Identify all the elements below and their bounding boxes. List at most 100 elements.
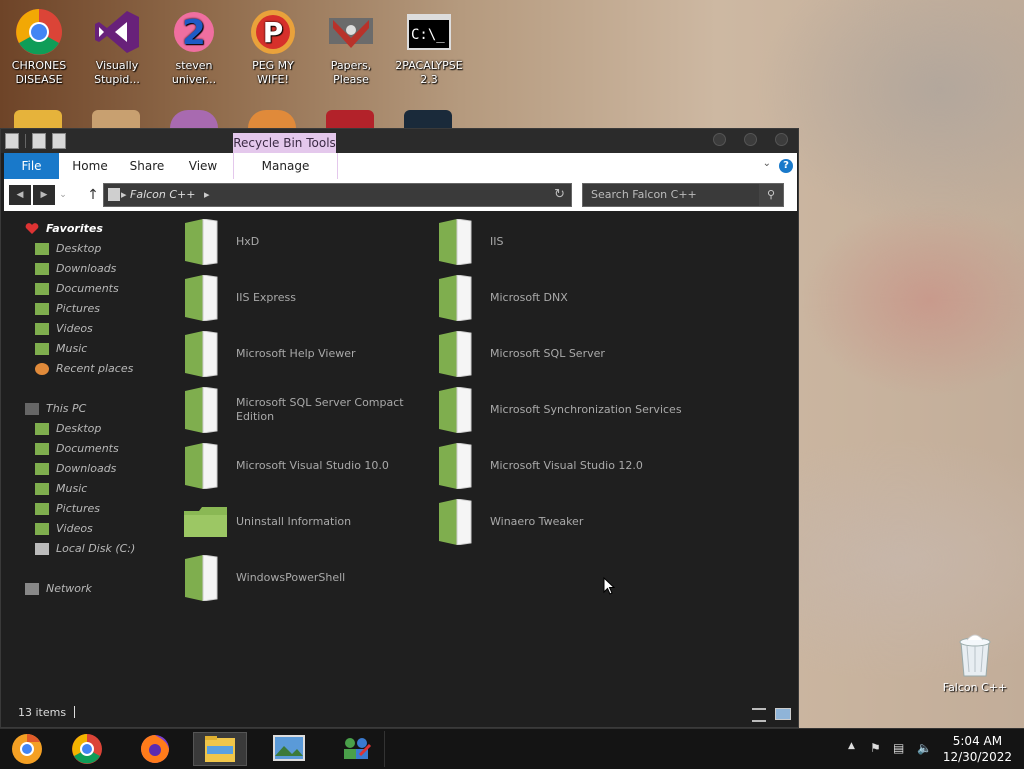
nav-fav-music[interactable]: Music xyxy=(1,339,171,359)
nav-label: Recent places xyxy=(56,362,134,375)
large-icons-view-icon[interactable] xyxy=(775,708,791,720)
new-folder-icon[interactable] xyxy=(52,133,66,149)
refresh-icon[interactable]: ↻ xyxy=(554,184,565,206)
address-bar[interactable]: ▸ Falcon C++ ▸ ↻ xyxy=(103,183,572,207)
file-explorer-window[interactable]: Recycle Bin Tools File Home Share View M… xyxy=(0,128,799,728)
taskbar-network-people[interactable] xyxy=(330,732,384,766)
tab-manage[interactable]: Manage xyxy=(233,153,338,179)
folder-item[interactable]: Microsoft SQL Server Compact Edition xyxy=(183,387,433,437)
desktop-icon-chrones[interactable]: CHRONES DISEASE xyxy=(2,8,76,87)
chrome-icon xyxy=(15,8,63,56)
desktop-icon-2pacalypse[interactable]: C:\_ 2PACALYPSE 2.3 xyxy=(392,8,466,87)
desktop-icon-label: 2PACALYPSE 2.3 xyxy=(395,59,463,86)
nav-fav-recent-places[interactable]: Recent places xyxy=(1,359,171,379)
status-bar: 13 items xyxy=(1,699,798,727)
folder-icon xyxy=(185,331,218,377)
nav-this-pc[interactable]: This PC xyxy=(1,399,171,419)
clock[interactable]: 5:04 AM 12/30/2022 xyxy=(943,733,1012,765)
nav-label: Desktop xyxy=(56,422,102,435)
recycle-bin-icon xyxy=(959,634,991,677)
nav-pc-pictures[interactable]: Pictures xyxy=(1,499,171,519)
desktop-icon-partial[interactable] xyxy=(170,110,218,128)
taskbar-chrome[interactable] xyxy=(60,732,114,766)
taskbar-firefox[interactable] xyxy=(128,732,182,766)
desktop-icon-label: Papers, Please xyxy=(330,59,372,86)
folder-item[interactable]: Microsoft Visual Studio 12.0 xyxy=(437,443,687,493)
nav-fav-desktop[interactable]: Desktop xyxy=(1,239,171,259)
desktop-icon-partial[interactable] xyxy=(248,110,296,128)
nav-pc-music[interactable]: Music xyxy=(1,479,171,499)
search-input[interactable]: Search Falcon C++ xyxy=(591,184,697,206)
close-button[interactable] xyxy=(775,133,788,146)
folder-item[interactable]: Microsoft SQL Server xyxy=(437,331,687,381)
desktop-icon-partial[interactable] xyxy=(92,110,140,128)
tab-view[interactable]: View xyxy=(180,153,226,179)
tab-file[interactable]: File xyxy=(4,153,59,179)
tab-share[interactable]: Share xyxy=(122,153,172,179)
folder-item[interactable]: Microsoft Help Viewer xyxy=(183,331,433,381)
taskbar-chrome-canary[interactable] xyxy=(0,732,54,766)
folder-item[interactable]: Microsoft Visual Studio 10.0 xyxy=(183,443,433,493)
desktop-icon-label: Falcon C++ xyxy=(942,681,1008,694)
heart-icon xyxy=(25,223,39,234)
folder-item[interactable]: Uninstall Information xyxy=(183,499,433,549)
search-box[interactable]: Search Falcon C++ ⚲ xyxy=(582,183,784,207)
folder-item[interactable]: Microsoft Synchronization Services xyxy=(437,387,687,437)
minimize-button[interactable] xyxy=(713,133,726,146)
back-button[interactable]: ◀ xyxy=(9,185,31,205)
file-explorer-icon xyxy=(205,736,235,762)
title-bar[interactable]: Recycle Bin Tools xyxy=(1,129,798,153)
chevron-down-icon[interactable]: ⌄ xyxy=(763,158,771,169)
folder-icon xyxy=(439,219,472,265)
nav-pc-desktop[interactable]: Desktop xyxy=(1,419,171,439)
folder-item[interactable]: WindowsPowerShell xyxy=(183,555,433,605)
taskbar-photos[interactable] xyxy=(262,732,316,766)
folder-item[interactable]: IIS Express xyxy=(183,275,433,325)
desktop-icon-partial[interactable] xyxy=(14,110,62,128)
nav-label: Videos xyxy=(56,522,93,535)
desktop-icon-steven-universe[interactable]: 2 steven univer... xyxy=(157,8,231,87)
window-menu-icon[interactable] xyxy=(5,133,19,149)
desktop-icon-partial[interactable] xyxy=(326,110,374,128)
desktop-icon-recycle-bin[interactable]: Falcon C++ xyxy=(942,632,1008,694)
nav-network[interactable]: Network xyxy=(1,579,171,599)
nav-fav-pictures[interactable]: Pictures xyxy=(1,299,171,319)
maximize-button[interactable] xyxy=(744,133,757,146)
folder-item[interactable]: Microsoft DNX xyxy=(437,275,687,325)
recent-locations-button[interactable]: ⌄ xyxy=(58,185,68,205)
nav-pc-documents[interactable]: Documents xyxy=(1,439,171,459)
desktop-icon-partial[interactable] xyxy=(404,110,452,128)
nav-pc-downloads[interactable]: Downloads xyxy=(1,459,171,479)
volume-icon[interactable]: 🔈 xyxy=(917,741,932,755)
folder-item[interactable]: HxD xyxy=(183,219,433,269)
nav-favorites[interactable]: Favorites xyxy=(1,219,171,239)
taskbar-file-explorer[interactable] xyxy=(193,732,247,766)
nav-pc-local-disk[interactable]: Local Disk (C:) xyxy=(1,539,171,559)
show-hidden-icons-icon[interactable]: ▲ xyxy=(848,741,855,751)
nav-label: Documents xyxy=(56,442,119,455)
recycle-bin-tools-tab[interactable]: Recycle Bin Tools xyxy=(233,133,336,153)
folder-item[interactable]: IIS xyxy=(437,219,687,269)
desktop-icon-peggle[interactable]: P PEG MY WIFE! xyxy=(236,8,310,87)
desktop-icon-papers-please[interactable]: Papers, Please xyxy=(314,8,388,87)
nav-fav-videos[interactable]: Videos xyxy=(1,319,171,339)
nav-pc-videos[interactable]: Videos xyxy=(1,519,171,539)
folder-name: Winaero Tweaker xyxy=(490,515,584,528)
folder-name: HxD xyxy=(236,235,260,248)
breadcrumb[interactable]: Falcon C++ xyxy=(130,184,195,206)
nav-fav-documents[interactable]: Documents xyxy=(1,279,171,299)
forward-button[interactable]: ▶ xyxy=(33,185,55,205)
documents-icon xyxy=(35,283,49,295)
papers-please-icon xyxy=(327,8,375,56)
nav-fav-downloads[interactable]: Downloads xyxy=(1,259,171,279)
properties-icon[interactable] xyxy=(32,133,46,149)
action-center-flag-icon[interactable]: ⚑ xyxy=(870,741,881,755)
folder-item[interactable]: Winaero Tweaker xyxy=(437,499,687,549)
details-view-icon[interactable] xyxy=(752,708,766,722)
network-status-icon[interactable]: ▤ xyxy=(893,741,904,755)
search-icon[interactable]: ⚲ xyxy=(759,184,783,206)
help-icon[interactable]: ? xyxy=(779,159,793,173)
desktop-icon-visual-studio[interactable]: Visually Stupid... xyxy=(80,8,154,87)
tab-home[interactable]: Home xyxy=(66,153,114,179)
up-arrow-icon[interactable]: ↑ xyxy=(86,185,100,205)
